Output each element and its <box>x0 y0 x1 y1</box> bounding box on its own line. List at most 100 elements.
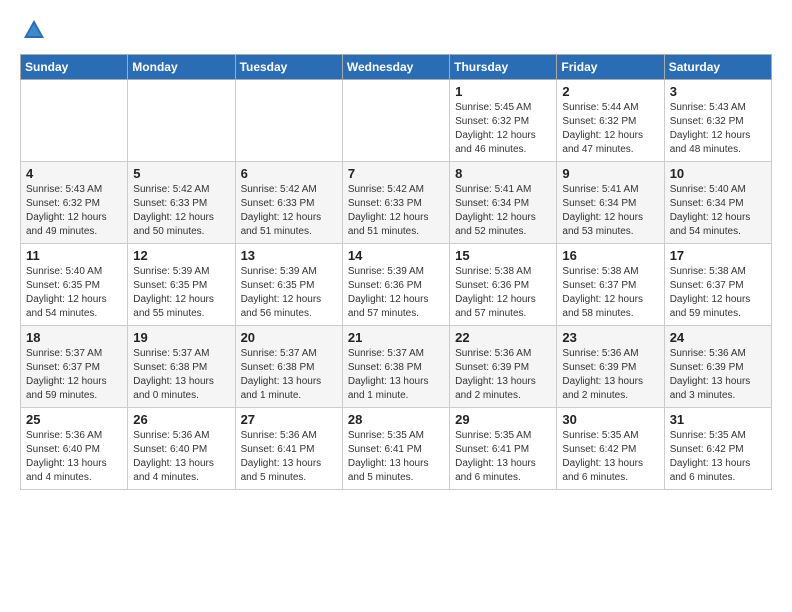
day-cell: 31 Sunrise: 5:35 AM Sunset: 6:42 PM Dayli… <box>664 408 771 490</box>
day-cell: 12 Sunrise: 5:39 AM Sunset: 6:35 PM Dayli… <box>128 244 235 326</box>
day-number: 13 <box>241 248 337 263</box>
day-cell: 23 Sunrise: 5:36 AM Sunset: 6:39 PM Dayli… <box>557 326 664 408</box>
day-info: Sunrise: 5:36 AM Sunset: 6:41 PM Dayligh… <box>241 429 337 485</box>
day-number: 23 <box>562 330 658 345</box>
col-header-sunday: Sunday <box>21 55 128 80</box>
day-cell: 24 Sunrise: 5:36 AM Sunset: 6:39 PM Dayli… <box>664 326 771 408</box>
week-row-4: 18 Sunrise: 5:37 AM Sunset: 6:37 PM Dayli… <box>21 326 772 408</box>
day-cell: 22Sunrise: 5:36 AM Sunset: 6:39 PM Dayli… <box>450 326 557 408</box>
logo <box>20 16 52 44</box>
header <box>20 16 772 44</box>
day-info: Sunrise: 5:42 AM Sunset: 6:33 PM Dayligh… <box>133 183 229 239</box>
day-info: Sunrise: 5:42 AM Sunset: 6:33 PM Dayligh… <box>348 183 444 239</box>
day-cell: 6 Sunrise: 5:42 AM Sunset: 6:33 PM Daylig… <box>235 162 342 244</box>
day-cell: 29 Sunrise: 5:35 AM Sunset: 6:41 PM Dayli… <box>450 408 557 490</box>
day-cell: 5 Sunrise: 5:42 AM Sunset: 6:33 PM Daylig… <box>128 162 235 244</box>
day-number: 31 <box>670 412 766 427</box>
day-number: 22 <box>455 330 551 345</box>
day-cell: 16 Sunrise: 5:38 AM Sunset: 6:37 PM Dayli… <box>557 244 664 326</box>
calendar-table: SundayMondayTuesdayWednesdayThursdayFrid… <box>20 54 772 490</box>
day-info: Sunrise: 5:35 AM Sunset: 6:42 PM Dayligh… <box>670 429 766 485</box>
day-info: Sunrise: 5:37 AM Sunset: 6:38 PM Dayligh… <box>241 347 337 403</box>
page: SundayMondayTuesdayWednesdayThursdayFrid… <box>0 0 792 500</box>
day-number: 5 <box>133 166 229 181</box>
day-cell: 26 Sunrise: 5:36 AM Sunset: 6:40 PM Dayli… <box>128 408 235 490</box>
week-row-2: 4Sunrise: 5:43 AM Sunset: 6:32 PM Daylig… <box>21 162 772 244</box>
day-info: Sunrise: 5:40 AM Sunset: 6:35 PM Dayligh… <box>26 265 122 321</box>
day-info: Sunrise: 5:37 AM Sunset: 6:38 PM Dayligh… <box>133 347 229 403</box>
logo-icon <box>20 16 48 44</box>
day-cell: 8 Sunrise: 5:41 AM Sunset: 6:34 PM Daylig… <box>450 162 557 244</box>
col-header-tuesday: Tuesday <box>235 55 342 80</box>
day-number: 29 <box>455 412 551 427</box>
day-number: 12 <box>133 248 229 263</box>
day-cell <box>128 80 235 162</box>
day-cell: 11 Sunrise: 5:40 AM Sunset: 6:35 PM Dayli… <box>21 244 128 326</box>
day-info: Sunrise: 5:35 AM Sunset: 6:41 PM Dayligh… <box>455 429 551 485</box>
day-number: 14 <box>348 248 444 263</box>
day-cell: 10 Sunrise: 5:40 AM Sunset: 6:34 PM Dayli… <box>664 162 771 244</box>
day-info: Sunrise: 5:40 AM Sunset: 6:34 PM Dayligh… <box>670 183 766 239</box>
day-cell: 4Sunrise: 5:43 AM Sunset: 6:32 PM Daylig… <box>21 162 128 244</box>
day-info: Sunrise: 5:36 AM Sunset: 6:40 PM Dayligh… <box>133 429 229 485</box>
day-info: Sunrise: 5:43 AM Sunset: 6:32 PM Dayligh… <box>26 183 122 239</box>
day-info: Sunrise: 5:38 AM Sunset: 6:37 PM Dayligh… <box>562 265 658 321</box>
day-number: 16 <box>562 248 658 263</box>
col-header-saturday: Saturday <box>664 55 771 80</box>
day-info: Sunrise: 5:36 AM Sunset: 6:40 PM Dayligh… <box>26 429 122 485</box>
day-info: Sunrise: 5:37 AM Sunset: 6:37 PM Dayligh… <box>26 347 122 403</box>
day-cell: 15Sunrise: 5:38 AM Sunset: 6:36 PM Dayli… <box>450 244 557 326</box>
day-cell: 9Sunrise: 5:41 AM Sunset: 6:34 PM Daylig… <box>557 162 664 244</box>
day-number: 11 <box>26 248 122 263</box>
day-number: 8 <box>455 166 551 181</box>
day-number: 1 <box>455 84 551 99</box>
day-number: 18 <box>26 330 122 345</box>
day-info: Sunrise: 5:43 AM Sunset: 6:32 PM Dayligh… <box>670 101 766 157</box>
day-info: Sunrise: 5:35 AM Sunset: 6:42 PM Dayligh… <box>562 429 658 485</box>
day-cell: 7Sunrise: 5:42 AM Sunset: 6:33 PM Daylig… <box>342 162 449 244</box>
day-number: 27 <box>241 412 337 427</box>
day-number: 25 <box>26 412 122 427</box>
week-row-3: 11 Sunrise: 5:40 AM Sunset: 6:35 PM Dayli… <box>21 244 772 326</box>
day-cell: 1 Sunrise: 5:45 AM Sunset: 6:32 PM Daylig… <box>450 80 557 162</box>
day-info: Sunrise: 5:39 AM Sunset: 6:36 PM Dayligh… <box>348 265 444 321</box>
header-row: SundayMondayTuesdayWednesdayThursdayFrid… <box>21 55 772 80</box>
day-info: Sunrise: 5:37 AM Sunset: 6:38 PM Dayligh… <box>348 347 444 403</box>
day-cell: 2Sunrise: 5:44 AM Sunset: 6:32 PM Daylig… <box>557 80 664 162</box>
day-info: Sunrise: 5:45 AM Sunset: 6:32 PM Dayligh… <box>455 101 551 157</box>
day-info: Sunrise: 5:39 AM Sunset: 6:35 PM Dayligh… <box>133 265 229 321</box>
day-cell: 19 Sunrise: 5:37 AM Sunset: 6:38 PM Dayli… <box>128 326 235 408</box>
day-cell: 25 Sunrise: 5:36 AM Sunset: 6:40 PM Dayli… <box>21 408 128 490</box>
col-header-wednesday: Wednesday <box>342 55 449 80</box>
day-info: Sunrise: 5:42 AM Sunset: 6:33 PM Dayligh… <box>241 183 337 239</box>
day-info: Sunrise: 5:38 AM Sunset: 6:37 PM Dayligh… <box>670 265 766 321</box>
day-cell: 18 Sunrise: 5:37 AM Sunset: 6:37 PM Dayli… <box>21 326 128 408</box>
day-number: 19 <box>133 330 229 345</box>
day-info: Sunrise: 5:36 AM Sunset: 6:39 PM Dayligh… <box>670 347 766 403</box>
day-number: 17 <box>670 248 766 263</box>
day-number: 24 <box>670 330 766 345</box>
day-info: Sunrise: 5:44 AM Sunset: 6:32 PM Dayligh… <box>562 101 658 157</box>
day-cell: 3 Sunrise: 5:43 AM Sunset: 6:32 PM Daylig… <box>664 80 771 162</box>
day-cell <box>235 80 342 162</box>
week-row-5: 25 Sunrise: 5:36 AM Sunset: 6:40 PM Dayli… <box>21 408 772 490</box>
col-header-friday: Friday <box>557 55 664 80</box>
day-cell: 13 Sunrise: 5:39 AM Sunset: 6:35 PM Dayli… <box>235 244 342 326</box>
col-header-monday: Monday <box>128 55 235 80</box>
day-number: 21 <box>348 330 444 345</box>
day-number: 20 <box>241 330 337 345</box>
col-header-thursday: Thursday <box>450 55 557 80</box>
day-number: 26 <box>133 412 229 427</box>
day-number: 3 <box>670 84 766 99</box>
day-info: Sunrise: 5:36 AM Sunset: 6:39 PM Dayligh… <box>562 347 658 403</box>
day-info: Sunrise: 5:39 AM Sunset: 6:35 PM Dayligh… <box>241 265 337 321</box>
day-cell: 14 Sunrise: 5:39 AM Sunset: 6:36 PM Dayli… <box>342 244 449 326</box>
day-info: Sunrise: 5:41 AM Sunset: 6:34 PM Dayligh… <box>455 183 551 239</box>
day-info: Sunrise: 5:38 AM Sunset: 6:36 PM Dayligh… <box>455 265 551 321</box>
day-number: 30 <box>562 412 658 427</box>
day-info: Sunrise: 5:41 AM Sunset: 6:34 PM Dayligh… <box>562 183 658 239</box>
day-number: 6 <box>241 166 337 181</box>
day-cell: 27 Sunrise: 5:36 AM Sunset: 6:41 PM Dayli… <box>235 408 342 490</box>
day-cell: 28Sunrise: 5:35 AM Sunset: 6:41 PM Dayli… <box>342 408 449 490</box>
day-number: 10 <box>670 166 766 181</box>
